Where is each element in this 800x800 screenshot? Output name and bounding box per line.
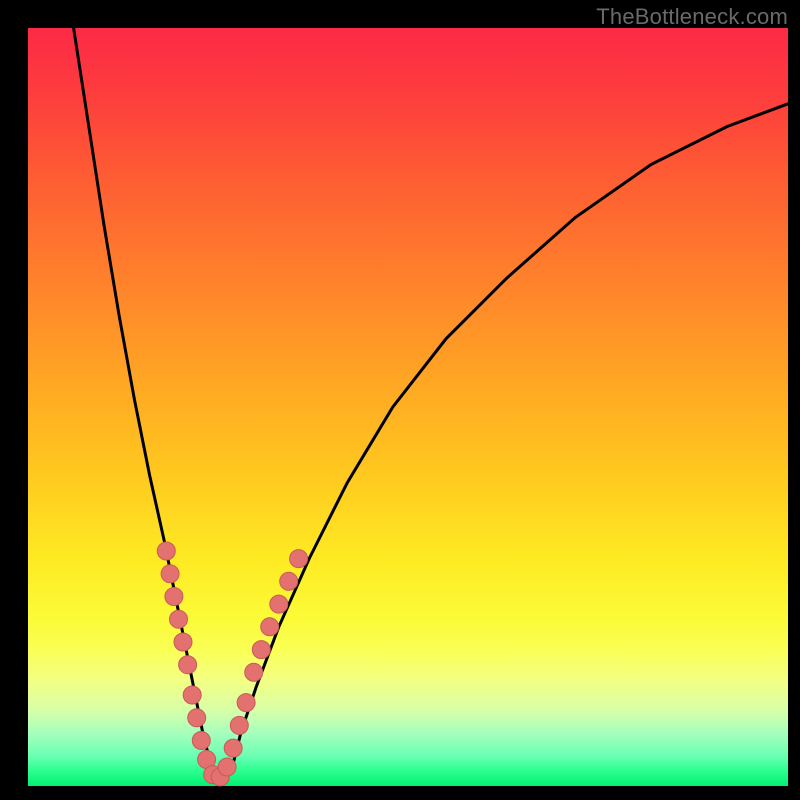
curve-marker	[179, 656, 197, 674]
curve-marker	[252, 641, 270, 659]
curve-marker	[224, 739, 242, 757]
curve-marker	[230, 716, 248, 734]
curve-marker	[280, 572, 298, 590]
curve-marker	[170, 610, 188, 628]
curve-markers	[157, 542, 307, 786]
curve-marker	[174, 633, 192, 651]
curve-marker	[290, 550, 308, 568]
watermark-text: TheBottleneck.com	[596, 4, 788, 30]
bottleneck-curve-svg	[28, 28, 788, 786]
curve-marker	[192, 732, 210, 750]
curve-marker	[261, 618, 279, 636]
curve-marker	[218, 758, 236, 776]
curve-marker	[245, 663, 263, 681]
outer-frame: TheBottleneck.com	[0, 0, 800, 800]
curve-marker	[183, 686, 201, 704]
curve-marker	[161, 565, 179, 583]
chart-plot-area	[28, 28, 788, 786]
curve-marker	[165, 588, 183, 606]
curve-marker	[270, 595, 288, 613]
curve-marker	[188, 709, 206, 727]
curve-marker	[157, 542, 175, 560]
curve-marker	[237, 694, 255, 712]
